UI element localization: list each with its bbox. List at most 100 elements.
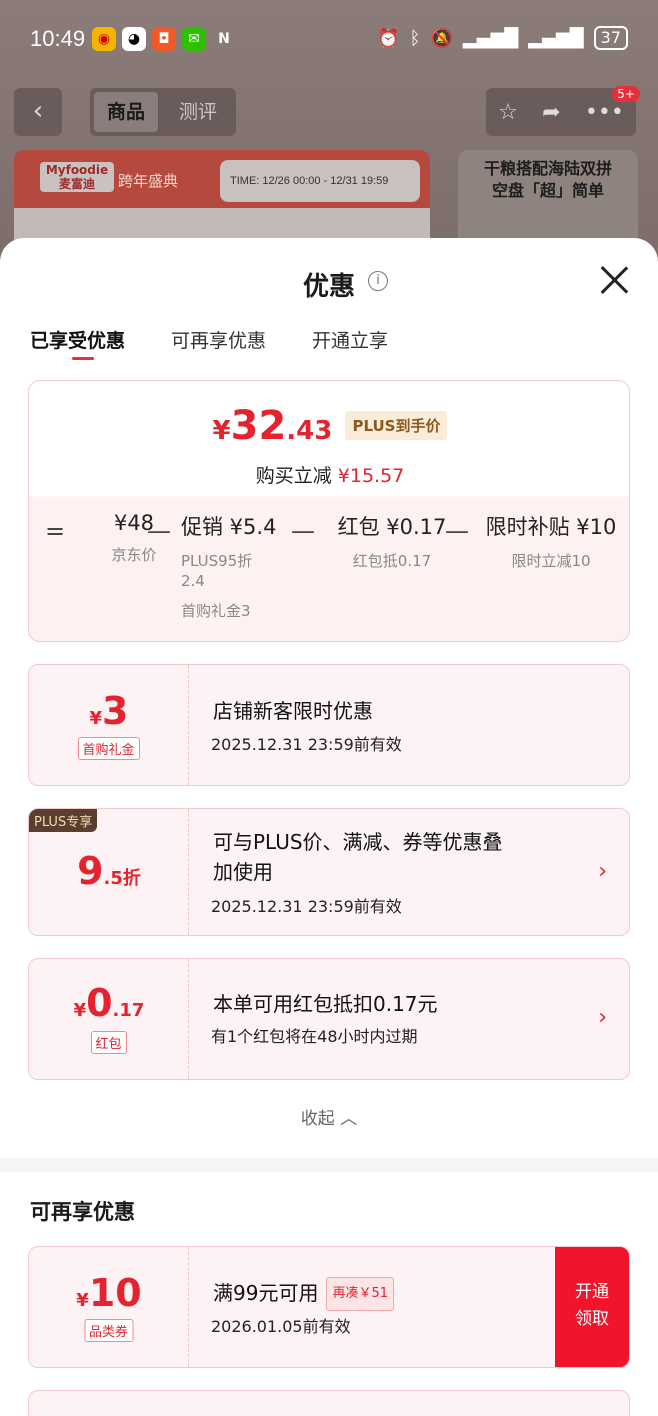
- minus-sign: —: [147, 517, 171, 545]
- coupon-title-line2: 加使用: [213, 860, 273, 884]
- minus-sign: —: [445, 517, 469, 545]
- status-time: 10:49: [30, 26, 86, 51]
- battery-icon: 37: [593, 26, 628, 50]
- share-icon[interactable]: ➦: [542, 100, 560, 125]
- final-price: ¥32.43 PLUS到手价: [29, 403, 629, 449]
- status-bar: 10:49 ◉ ◕ ◘ ✉ N ⏰ ᛒ 🔕 ▂▄▆█ ▂▄▆█ 37: [0, 0, 658, 80]
- plus-exclusive-tag: PLUS专享: [29, 809, 98, 832]
- amount-decimal: .17: [112, 1000, 145, 1021]
- save-value: ¥15.57: [337, 465, 405, 487]
- coupon-title: 店铺新客限时优惠: [213, 699, 373, 723]
- mute-icon: 🔕: [430, 27, 453, 49]
- price-decimal: .43: [286, 416, 333, 446]
- coupon-type-tag: 品类券: [83, 1319, 134, 1342]
- coupon-expiry: 有1个红包将在48小时内过期: [211, 1027, 418, 1046]
- price-summary-card: ¥32.43 PLUS到手价 购买立减 ¥15.57 = ¥48 京东价 — 促销…: [28, 380, 630, 642]
- nfc-icon: N: [218, 31, 230, 47]
- coupon-condition: 满99元可用: [213, 1281, 319, 1305]
- redpacket-value: 红包 ¥0.17: [337, 515, 447, 539]
- coupon-title: 本单可用红包抵扣0.17元: [213, 992, 438, 1016]
- tab-product[interactable]: 商品: [94, 92, 158, 132]
- taobao-icon: ◘: [152, 27, 176, 51]
- save-label: 购买立减: [255, 465, 332, 487]
- open-claim-button[interactable]: 开通 领取: [555, 1247, 629, 1367]
- equals-sign: =: [45, 517, 66, 545]
- breakdown-jd-price: ¥48 京东价: [79, 511, 189, 565]
- chevron-left-icon: ‹: [32, 96, 44, 126]
- qq-icon: ◕: [122, 27, 146, 51]
- chevron-right-icon[interactable]: ›: [598, 1005, 607, 1030]
- promo-plus-discount: PLUS95折: [181, 552, 253, 570]
- currency-symbol: ¥: [73, 1000, 87, 1021]
- coupon-plus-discount[interactable]: PLUS专享 9.5折 可与PLUS价、满减、券等优惠叠 加使用 2025.12…: [28, 808, 630, 936]
- coupon-type-tag: 红包: [90, 1031, 127, 1054]
- back-button[interactable]: ‹: [14, 88, 62, 136]
- currency-symbol: ¥: [89, 708, 103, 729]
- signal-icon: ▂▄▆█: [528, 27, 584, 49]
- wechat-icon: ✉: [182, 27, 206, 51]
- sheet-title: 优惠: [302, 272, 355, 302]
- breakdown-promo: 促销 ¥5.4 PLUS95折 2.4 首购礼金3: [181, 511, 276, 621]
- amount-value: 9: [77, 849, 104, 893]
- product-nav: ‹ 商品 测评 ☆ ➦ ••• 5+: [14, 86, 644, 138]
- tab-enjoyed[interactable]: 已享受优惠: [30, 326, 125, 360]
- amount-value: 0: [86, 981, 113, 1025]
- header-actions: ☆ ➦ ••• 5+: [486, 86, 640, 136]
- section-title: 可再享优惠: [30, 1200, 135, 1224]
- favorite-star-icon[interactable]: ☆: [498, 100, 518, 125]
- tab-review[interactable]: 测评: [166, 92, 230, 132]
- info-icon[interactable]: i: [368, 271, 388, 291]
- chevron-right-icon[interactable]: ›: [598, 859, 607, 884]
- breakdown-redpacket: 红包 ¥0.17 红包抵0.17: [327, 511, 457, 571]
- need-more-tag: 再凑￥51: [326, 1277, 394, 1311]
- coupon-partial: [28, 1390, 630, 1416]
- coupon-amount-area: ¥0.17 红包: [29, 959, 189, 1079]
- alarm-icon: ⏰: [377, 27, 400, 49]
- coupon-expiry: 2025.12.31 23:59前有效: [211, 897, 402, 916]
- minus-sign: —: [291, 517, 315, 545]
- section-divider: [0, 1158, 658, 1172]
- coupon-category: ¥10 品类券 满99元可用 再凑￥51 2026.01.05前有效 开通 领取: [28, 1246, 630, 1368]
- coupon-title-line1: 可与PLUS价、满减、券等优惠叠: [213, 830, 503, 854]
- coupon-amount: ¥3: [29, 689, 189, 733]
- price-currency: ¥: [212, 416, 231, 446]
- weibo-icon: ◉: [92, 27, 116, 51]
- coupon-amount-area: PLUS专享 9.5折: [29, 809, 189, 935]
- close-icon[interactable]: [598, 264, 630, 296]
- more-icon[interactable]: •••: [585, 100, 624, 125]
- coupon-amount: ¥0.17: [29, 981, 189, 1025]
- banner-label: 跨年盛典: [118, 172, 179, 190]
- tab-more-available[interactable]: 可再享优惠: [171, 326, 266, 360]
- signal-icon: ▂▄▆█: [462, 27, 519, 49]
- breakdown-subsidy: 限时补贴 ¥10 限时立减10: [481, 511, 621, 571]
- promo-details: PLUS95折 2.4 首购礼金3: [181, 551, 276, 621]
- save-line: 购买立减 ¥15.57: [29, 461, 629, 488]
- coupon-amount: ¥10: [29, 1271, 189, 1315]
- system-icons: ⏰ ᛒ 🔕 ▂▄▆█ ▂▄▆█ 37: [377, 26, 628, 50]
- coupon-title: 满99元可用 再凑￥51: [213, 1277, 394, 1311]
- tab-open-enjoy[interactable]: 开通立享: [312, 326, 388, 360]
- coupon-redpacket[interactable]: ¥0.17 红包 本单可用红包抵扣0.17元 有1个红包将在48小时内过期 ›: [28, 958, 630, 1080]
- bluetooth-icon: ᛒ: [409, 27, 421, 49]
- coupon-amount-area: ¥10 品类券: [29, 1247, 189, 1367]
- segment-control: 商品 测评: [90, 88, 236, 136]
- amount-decimal: .5折: [103, 868, 141, 889]
- collapse-button[interactable]: 收起 ︿: [0, 1104, 658, 1129]
- coupon-expiry: 2025.12.31 23:59前有效: [211, 735, 402, 754]
- coupon-type-tag: 首购礼金: [77, 737, 140, 760]
- promo-plus-amount: 2.4: [181, 572, 205, 590]
- sheet-tabs: 已享受优惠 可再享优惠 开通立享: [30, 326, 388, 360]
- amount-value: 3: [102, 689, 129, 733]
- subsidy-value: 限时补贴 ¥10: [485, 515, 617, 539]
- chevron-up-icon: ︿: [340, 1109, 358, 1129]
- currency-symbol: ¥: [76, 1290, 89, 1311]
- claim-label-line2: 领取: [575, 1309, 609, 1329]
- subsidy-label: 限时立减10: [511, 552, 591, 570]
- banner-time: TIME: 12/26 00:00 - 12/31 19:59: [220, 160, 420, 202]
- price-integer: 32: [230, 403, 287, 449]
- amount-value: 10: [88, 1271, 142, 1315]
- brand-logo: Myfoodie 麦富迪: [40, 162, 114, 192]
- discount-sheet: 优惠 i 已享受优惠 可再享优惠 开通立享 ¥32.43 PLUS到手价 购买立…: [0, 238, 658, 1416]
- collapse-label: 收起: [300, 1109, 335, 1129]
- coupon-expiry: 2026.01.05前有效: [211, 1317, 351, 1336]
